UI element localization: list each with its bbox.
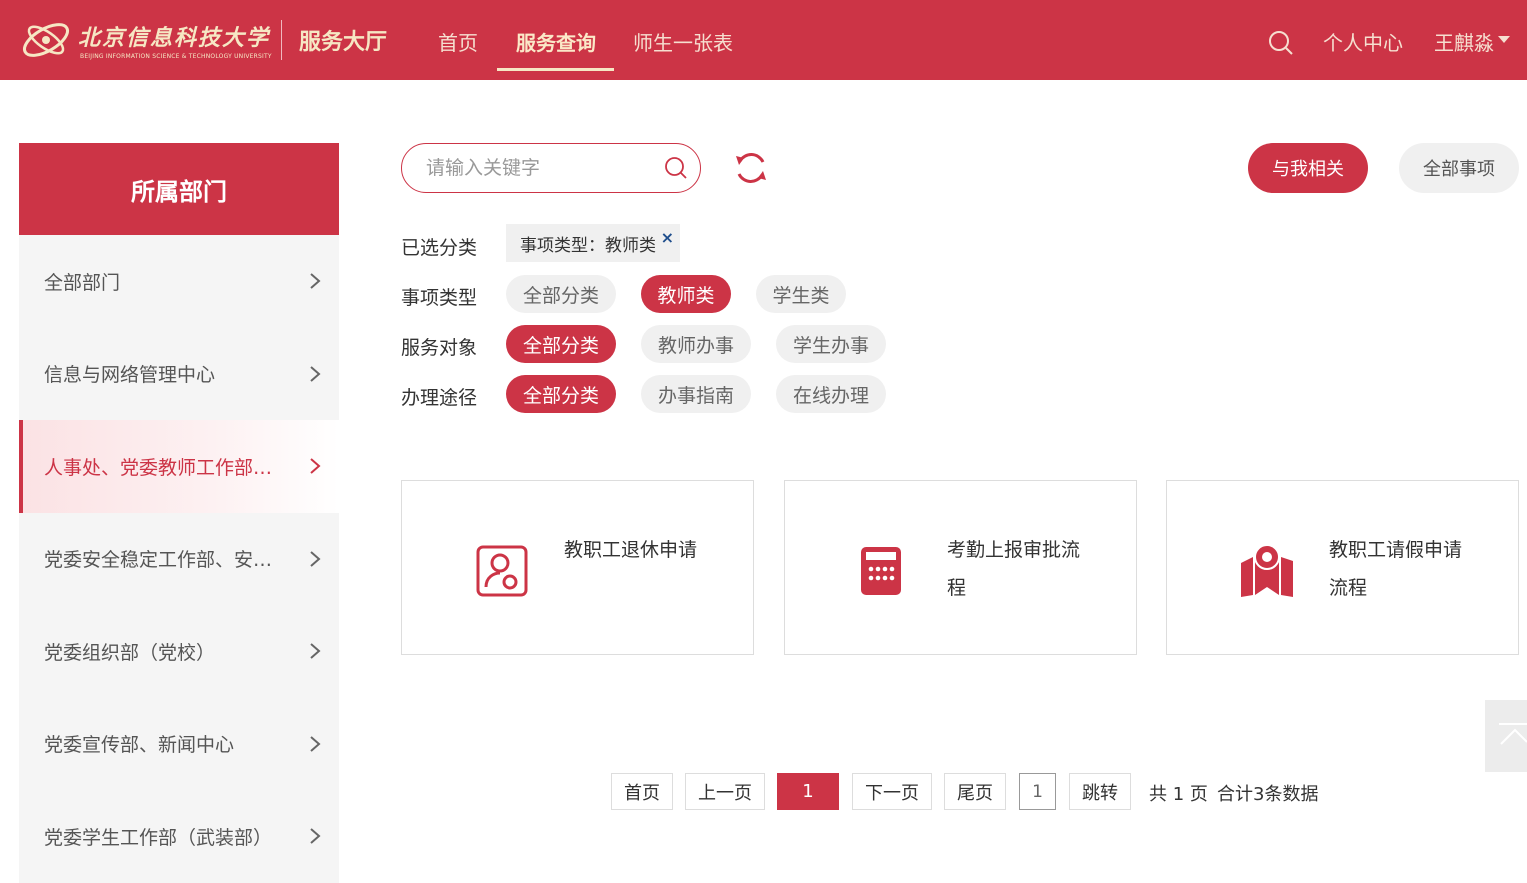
logo-divider bbox=[281, 20, 282, 60]
selected-category-label: 已选分类 bbox=[401, 237, 478, 259]
pagination-first-button[interactable]: 首页 bbox=[611, 773, 673, 810]
close-icon[interactable]: × bbox=[661, 228, 674, 247]
pagination-jump-button[interactable]: 跳转 bbox=[1069, 773, 1131, 810]
chip-service-target-student[interactable]: 学生办事 bbox=[776, 325, 886, 363]
search-icon[interactable] bbox=[1268, 30, 1294, 56]
sidebar-item-organization-dept[interactable]: 党委组织部（党校） bbox=[19, 605, 339, 698]
filter-label-service-target: 服务对象 bbox=[401, 337, 478, 359]
sidebar-title: 所属部门 bbox=[19, 143, 339, 235]
all-items-button[interactable]: 全部事项 bbox=[1399, 143, 1519, 193]
chip-service-target-teacher[interactable]: 教师办事 bbox=[641, 325, 751, 363]
active-nav-underline bbox=[497, 68, 614, 71]
university-emblem-icon bbox=[23, 23, 69, 57]
sidebar-item-network-center[interactable]: 信息与网络管理中心 bbox=[19, 327, 339, 420]
chevron-right-icon bbox=[310, 458, 321, 475]
arrow-up-icon bbox=[1499, 723, 1527, 745]
refresh-icon[interactable] bbox=[733, 150, 769, 186]
back-to-top-button[interactable] bbox=[1485, 700, 1527, 772]
chevron-right-icon bbox=[310, 735, 321, 752]
sidebar-item-publicity-dept[interactable]: 党委宣传部、新闻中心 bbox=[19, 697, 339, 790]
sidebar-item-label: 党委宣传部、新闻中心 bbox=[44, 734, 235, 757]
site-title: 服务大厅 bbox=[299, 30, 388, 55]
pagination-last-button[interactable]: 尾页 bbox=[944, 773, 1006, 810]
related-to-me-button[interactable]: 与我相关 bbox=[1248, 143, 1368, 193]
personal-center-link[interactable]: 个人中心 bbox=[1323, 27, 1403, 56]
chip-handling-guide[interactable]: 办事指南 bbox=[641, 375, 751, 413]
pagination-next-button[interactable]: 下一页 bbox=[852, 773, 932, 810]
keyword-search-box bbox=[401, 143, 701, 193]
sidebar-item-label: 党委安全稳定工作部、安全保卫处 bbox=[44, 549, 289, 572]
chevron-right-icon bbox=[310, 550, 321, 567]
nav-service-query[interactable]: 服务查询 bbox=[516, 27, 596, 56]
sidebar-item-label: 党委组织部（党校） bbox=[44, 641, 216, 664]
sidebar-item-label: 全部部门 bbox=[44, 271, 121, 294]
pagination-total-pages: 共 1 页 bbox=[1149, 784, 1208, 805]
service-card-title: 考勤上报审批流程 bbox=[947, 539, 1081, 599]
top-navigation-bar: 北京信息科技大学 BEIJING INFORMATION SCIENCE & T… bbox=[0, 0, 1527, 80]
service-card[interactable]: 考勤上报审批流程 bbox=[784, 480, 1137, 655]
chevron-right-icon bbox=[310, 643, 321, 660]
university-logo[interactable]: 北京信息科技大学 BEIJING INFORMATION SCIENCE & T… bbox=[20, 14, 272, 66]
nav-home[interactable]: 首页 bbox=[438, 27, 478, 56]
filter-label-item-type: 事项类型 bbox=[401, 287, 478, 309]
sidebar-item-label: 党委学生工作部（武装部） bbox=[44, 826, 273, 849]
search-input[interactable] bbox=[426, 154, 656, 182]
chip-item-type-all[interactable]: 全部分类 bbox=[506, 275, 616, 313]
page-jump-input[interactable] bbox=[1019, 773, 1056, 810]
chip-handling-all[interactable]: 全部分类 bbox=[506, 375, 616, 413]
sidebar-item-label: 人事处、党委教师工作部、党委教师工作部 bbox=[44, 456, 289, 479]
filter-label-handling-method: 办理途径 bbox=[401, 387, 478, 409]
chip-item-type-teacher[interactable]: 教师类 bbox=[641, 275, 731, 313]
pagination-total-records: 合计3条数据 bbox=[1217, 784, 1319, 805]
selected-filter-tag: 事项类型：教师类 × bbox=[506, 224, 680, 262]
department-list: 全部部门 信息与网络管理中心 人事处、党委教师工作部、党委教师工作部 党委安全稳… bbox=[19, 235, 339, 883]
chevron-right-icon bbox=[310, 273, 321, 290]
sidebar-item-security-dept[interactable]: 党委安全稳定工作部、安全保卫处 bbox=[19, 512, 339, 605]
sidebar-item-student-affairs[interactable]: 党委学生工作部（武装部） bbox=[19, 790, 339, 883]
sidebar-item-label: 信息与网络管理中心 bbox=[44, 364, 216, 387]
sidebar-item-all-departments[interactable]: 全部部门 bbox=[19, 235, 339, 328]
search-icon[interactable] bbox=[664, 156, 688, 180]
pagination-prev-button[interactable]: 上一页 bbox=[685, 773, 765, 810]
service-card[interactable]: 教职工退休申请 bbox=[401, 480, 754, 655]
service-card-title: 教职工退休申请 bbox=[564, 539, 698, 561]
user-menu[interactable]: 王麒淼 bbox=[1434, 27, 1494, 56]
chevron-down-icon[interactable] bbox=[1498, 36, 1510, 43]
chip-item-type-student[interactable]: 学生类 bbox=[756, 275, 846, 313]
selected-filter-text: 事项类型：教师类 bbox=[520, 235, 656, 256]
nav-staff-student-form[interactable]: 师生一张表 bbox=[633, 27, 733, 56]
chip-handling-online[interactable]: 在线办理 bbox=[776, 375, 886, 413]
chevron-right-icon bbox=[310, 365, 321, 382]
chip-service-target-all[interactable]: 全部分类 bbox=[506, 325, 616, 363]
calculator-icon bbox=[861, 547, 901, 595]
map-pin-icon bbox=[1241, 544, 1293, 597]
pagination-current-page[interactable]: 1 bbox=[777, 773, 839, 810]
service-card-title: 教职工请假申请流程 bbox=[1329, 539, 1463, 599]
service-card[interactable]: 教职工请假申请流程 bbox=[1166, 480, 1519, 655]
sidebar-item-hr-office[interactable]: 人事处、党委教师工作部、党委教师工作部 bbox=[19, 420, 339, 513]
person-badge-icon bbox=[476, 545, 528, 597]
logo-english-text: BEIJING INFORMATION SCIENCE & TECHNOLOGY… bbox=[80, 53, 272, 60]
logo-chinese-text: 北京信息科技大学 bbox=[78, 25, 271, 51]
chevron-right-icon bbox=[310, 828, 321, 845]
